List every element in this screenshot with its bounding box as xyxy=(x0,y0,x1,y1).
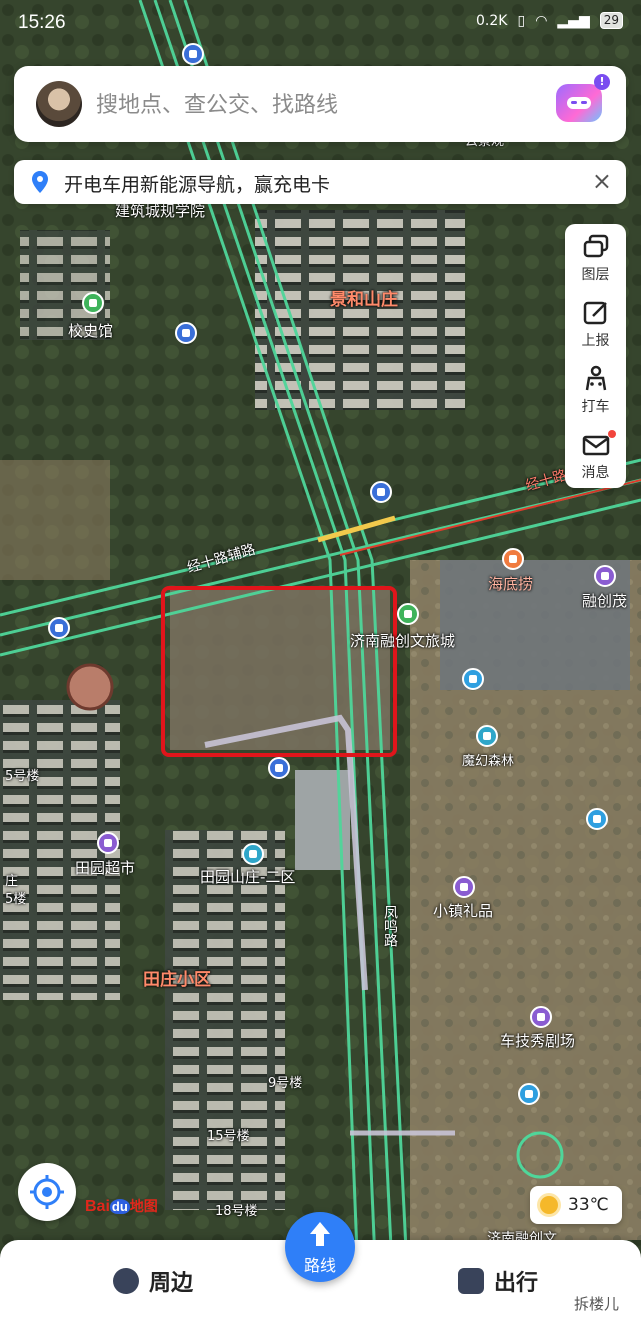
report-edit-icon xyxy=(583,301,607,325)
report-label: 上报 xyxy=(581,333,610,349)
taxi-button[interactable]: 打车 xyxy=(565,358,626,422)
label-tianzhuang[interactable]: 田庄小区 xyxy=(143,965,211,990)
label-fengming: 凤鸣路 xyxy=(382,905,398,947)
label-jinghe[interactable]: 景和山庄 xyxy=(330,285,398,310)
status-bar: 15:26 0.2K ▯ ◠ ▂▄▆ 29 xyxy=(0,0,641,46)
label-rongchuang-mao[interactable]: 融创茂 xyxy=(582,590,627,611)
layers-icon xyxy=(583,234,608,258)
taxi-person-icon xyxy=(585,365,606,391)
label-b5: 5号楼 xyxy=(5,769,40,784)
watermark: 拆楼儿 xyxy=(573,1295,619,1313)
supermarket-icon[interactable] xyxy=(97,832,119,854)
layers-label: 图层 xyxy=(581,267,610,283)
nearby-label: 周边 xyxy=(149,1271,194,1296)
toilet-icon[interactable] xyxy=(462,668,484,690)
toilet-icon[interactable] xyxy=(518,1083,540,1105)
shopping-bag-icon[interactable] xyxy=(453,876,475,898)
toilet-icon[interactable] xyxy=(586,808,608,830)
weather-temp: 33℃ xyxy=(568,1195,609,1215)
locate-button[interactable] xyxy=(18,1163,76,1221)
park-tree-icon[interactable] xyxy=(397,603,419,625)
attraction-icon[interactable] xyxy=(476,725,498,747)
status-icons: 0.2K ▯ ◠ ▂▄▆ 29 xyxy=(476,12,623,29)
bus-stop-icon[interactable] xyxy=(370,481,392,503)
status-time: 15:26 xyxy=(18,12,66,33)
avatar[interactable] xyxy=(36,81,82,127)
location-pin-icon xyxy=(32,171,48,193)
taxi-label: 打车 xyxy=(581,399,610,415)
travel-label: 出行 xyxy=(494,1271,539,1296)
label-xiaozhen[interactable]: 小镇礼品 xyxy=(433,900,493,921)
messages-button[interactable]: 消息 xyxy=(565,424,626,488)
search-card: ! xyxy=(14,66,626,142)
parking-icon[interactable] xyxy=(175,322,197,344)
locate-crosshair-icon xyxy=(30,1175,64,1209)
report-button[interactable]: 上报 xyxy=(565,292,626,356)
label-jinan-city[interactable]: 济南融创文旅城 xyxy=(350,630,455,651)
search-input[interactable] xyxy=(94,87,538,123)
label-b9: 9号楼 xyxy=(268,1076,303,1091)
wifi-icon: ◠ xyxy=(535,12,548,29)
label-mohuan[interactable]: 魔幻森林 xyxy=(462,750,514,769)
route-button[interactable]: 路线 xyxy=(285,1212,355,1282)
residence-icon[interactable] xyxy=(242,843,264,865)
label-lou5: 5楼 xyxy=(5,892,27,907)
park-tree-icon[interactable] xyxy=(82,292,104,314)
vibrate-icon: ▯ xyxy=(517,12,526,29)
bus-stop-icon[interactable] xyxy=(182,43,204,65)
map-tools-panel: 图层 上报 打车 消息 xyxy=(565,224,626,488)
restaurant-icon[interactable] xyxy=(502,548,524,570)
label-tianyuan-market[interactable]: 田园超市 xyxy=(75,857,135,878)
signal-icon: ▂▄▆ xyxy=(557,12,590,29)
label-haidilao[interactable]: 海底捞 xyxy=(488,573,533,594)
battery-level: 29 xyxy=(599,12,623,29)
label-chejixiu[interactable]: 车技秀剧场 xyxy=(500,1030,575,1051)
assistant-eye-icon xyxy=(571,101,577,104)
close-icon[interactable]: × xyxy=(592,168,612,194)
unread-dot xyxy=(608,430,616,438)
weather-widget[interactable]: 33℃ xyxy=(530,1186,622,1224)
net-speed: 0.2K xyxy=(476,12,508,29)
parking-icon[interactable] xyxy=(268,757,290,779)
messages-label: 消息 xyxy=(581,465,610,481)
theater-icon[interactable] xyxy=(530,1006,552,1028)
label-zhuang: 庄 xyxy=(5,874,19,889)
bus-stop-icon[interactable] xyxy=(48,617,70,639)
travel-chevron-icon xyxy=(458,1268,484,1294)
message-envelope-icon xyxy=(582,435,609,456)
promo-banner[interactable]: 开电车用新能源导航，赢充电卡 × xyxy=(14,160,626,204)
label-b15: 15号楼 xyxy=(207,1129,250,1144)
layers-button[interactable]: 图层 xyxy=(565,226,626,290)
sun-icon xyxy=(540,1196,558,1214)
banner-text: 开电车用新能源导航，赢充电卡 xyxy=(64,174,331,196)
shopping-bag-icon[interactable] xyxy=(594,565,616,587)
route-label: 路线 xyxy=(303,1256,336,1275)
travel-button[interactable]: 出行 xyxy=(458,1264,538,1298)
label-tianyuan-2[interactable]: 田园山庄-二区 xyxy=(200,866,295,887)
compass-icon xyxy=(113,1268,139,1294)
label-xiaoshiguan[interactable]: 校史馆 xyxy=(68,320,113,341)
nearby-button[interactable]: 周边 xyxy=(113,1264,193,1298)
assistant-eye-icon xyxy=(581,101,587,104)
baidu-map-logo: Bai du 地图 xyxy=(85,1198,158,1215)
route-arrow-icon xyxy=(310,1222,330,1246)
ai-assistant-button[interactable]: ! xyxy=(556,74,610,122)
notification-badge: ! xyxy=(594,74,610,90)
label-b18: 18号楼 xyxy=(215,1204,258,1219)
